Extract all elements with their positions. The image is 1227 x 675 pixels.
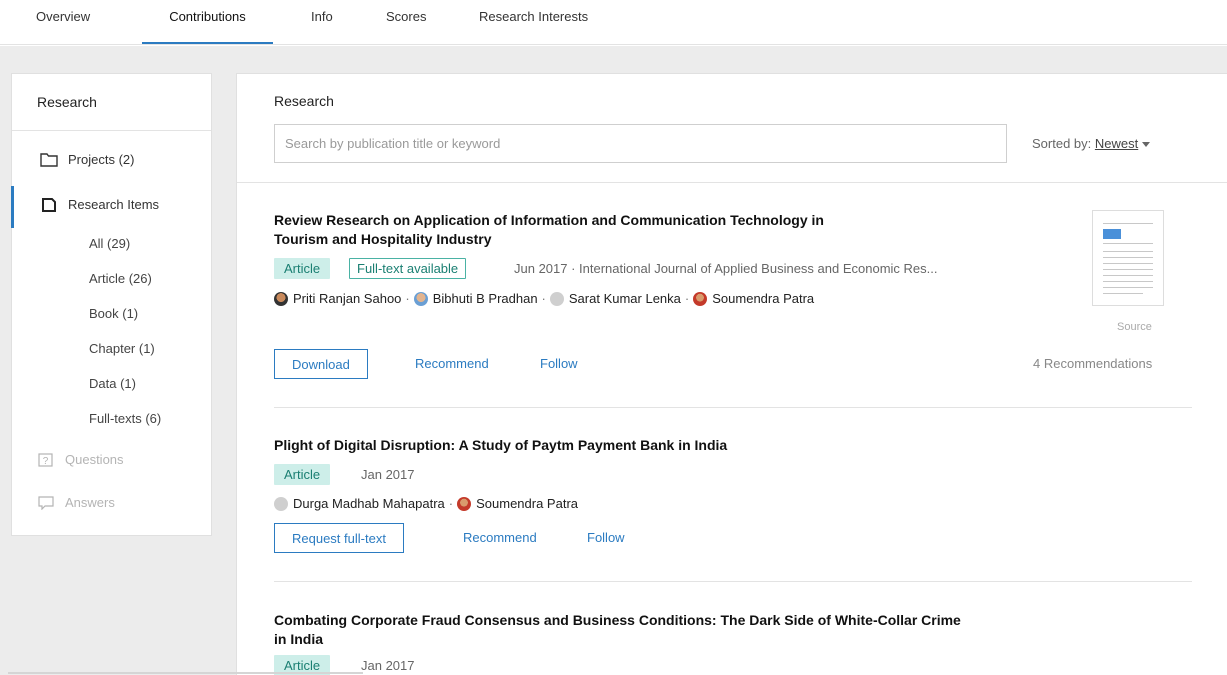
avatar	[274, 291, 288, 306]
document-icon	[42, 197, 56, 212]
tab-research-interests[interactable]: Research Interests	[479, 9, 588, 44]
publication-meta: Jan 2017	[361, 467, 415, 482]
search-input[interactable]	[274, 124, 1007, 163]
sort-value[interactable]: Newest	[1095, 136, 1138, 151]
follow-link[interactable]: Follow	[540, 356, 578, 371]
tab-overview[interactable]: Overview	[36, 9, 90, 44]
sidebar-subitem-article[interactable]: Article (26)	[89, 271, 152, 286]
recommend-link[interactable]: Recommend	[415, 356, 489, 371]
author-link[interactable]: Durga Madhab Mahapatra	[293, 496, 445, 511]
avatar	[457, 496, 472, 511]
tab-scores[interactable]: Scores	[386, 9, 426, 44]
section-title: Research	[274, 93, 334, 109]
question-icon: ?	[38, 452, 53, 467]
author-list: Durga Madhab Mahapatra · Soumendra Patra	[274, 496, 578, 511]
author-link[interactable]: Bibhuti B Pradhan	[433, 291, 538, 306]
type-badge: Article	[274, 464, 331, 485]
sort-label: Sorted by:	[1032, 136, 1092, 151]
publication-title[interactable]: Review Research on Application of Inform…	[274, 211, 1094, 249]
sidebar-item-label: Research Items	[68, 197, 160, 212]
follow-link[interactable]: Follow	[587, 530, 625, 545]
author-link[interactable]: Sarat Kumar Lenka	[569, 291, 681, 306]
profile-tab-bar: Overview Contributions Info Scores Resea…	[0, 0, 1227, 45]
author-link[interactable]: Priti Ranjan Sahoo	[293, 291, 401, 306]
sidebar-item-label: Questions	[65, 452, 124, 467]
avatar	[413, 291, 428, 306]
divider	[274, 407, 1192, 408]
publication-title[interactable]: Plight of Digital Disruption: A Study of…	[274, 436, 1094, 455]
tab-info[interactable]: Info	[311, 9, 333, 44]
request-full-text-button[interactable]: Request full-text	[274, 523, 404, 553]
avatar	[274, 496, 288, 511]
type-badge: Article	[274, 258, 331, 279]
publication-meta: Jun 2017 · International Journal of Appl…	[514, 261, 938, 276]
publication-title[interactable]: Combating Corporate Fraud Consensus and …	[274, 611, 1204, 649]
sidebar-subitem-book[interactable]: Book (1)	[89, 306, 138, 321]
sidebar-item-research-items[interactable]: Research Items	[40, 197, 159, 212]
sidebar-item-projects[interactable]: Projects (2)	[40, 152, 134, 167]
avatar	[549, 291, 564, 306]
publication-meta: Jan 2017	[361, 658, 415, 673]
folder-icon	[40, 152, 58, 167]
publication-thumbnail[interactable]	[1092, 210, 1164, 306]
sidebar-item-label: Answers	[65, 495, 115, 510]
sidebar-subitem-full-texts[interactable]: Full-texts (6)	[89, 411, 161, 426]
horizontal-scrollbar[interactable]	[8, 672, 363, 674]
sidebar-subitem-chapter[interactable]: Chapter (1)	[89, 341, 155, 356]
author-link[interactable]: Soumendra Patra	[712, 291, 814, 306]
sidebar-divider	[12, 130, 211, 131]
sidebar-item-label: Projects (2)	[68, 152, 135, 167]
sidebar-title: Research	[37, 94, 97, 110]
active-indicator	[11, 186, 14, 228]
recommendations-count[interactable]: 4 Recommendations	[1033, 356, 1152, 371]
sidebar-subitem-all[interactable]: All (29)	[89, 236, 130, 251]
divider	[274, 581, 1192, 582]
divider	[237, 182, 1227, 183]
sidebar-item-questions[interactable]: ? Questions	[37, 452, 124, 467]
sidebar-item-answers[interactable]: Answers	[37, 495, 115, 510]
fulltext-badge: Full-text available	[349, 258, 467, 279]
recommend-link[interactable]: Recommend	[463, 530, 537, 545]
research-main-panel: Research Sorted by: Newest Review Resear…	[236, 73, 1227, 675]
caret-down-icon	[1142, 142, 1151, 148]
author-list: Priti Ranjan Sahoo · Bibhuti B Pradhan · S…	[274, 291, 814, 306]
download-button[interactable]: Download	[274, 349, 368, 379]
author-link[interactable]: Soumendra Patra	[476, 496, 578, 511]
thumbnail-caption: Source	[1117, 321, 1152, 333]
tab-contributions[interactable]: Contributions	[142, 9, 273, 44]
sort-control[interactable]: Sorted by: Newest	[1032, 136, 1151, 151]
sidebar-subitem-data[interactable]: Data (1)	[89, 376, 136, 391]
research-sidebar: Research Projects (2) Research Items All…	[11, 73, 212, 536]
comment-icon	[38, 495, 54, 510]
avatar	[693, 291, 708, 306]
svg-text:?: ?	[43, 456, 49, 467]
